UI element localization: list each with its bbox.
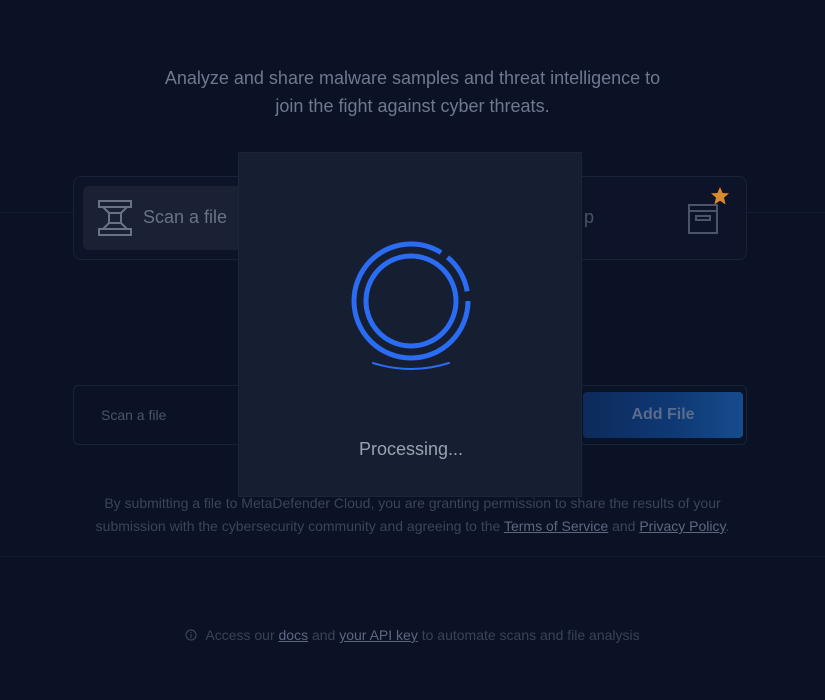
archive-icon[interactable]	[686, 203, 720, 235]
add-file-button[interactable]: Add File	[583, 392, 743, 438]
info-icon	[185, 629, 197, 641]
disclaimer-period: .	[725, 518, 730, 534]
footer-prefix: Access our	[205, 627, 279, 643]
hero-line-2: join the fight against cyber threats.	[275, 96, 550, 116]
spinner-icon	[351, 241, 471, 370]
docs-link[interactable]: docs	[279, 627, 309, 643]
privacy-policy-link[interactable]: Privacy Policy	[639, 518, 725, 534]
processing-status: Processing...	[358, 439, 464, 459]
tab-scan-file-label: Scan a file	[143, 207, 228, 227]
api-key-link[interactable]: your API key	[339, 627, 418, 643]
disclaimer-text: By submitting a file to MetaDefender Clo…	[90, 492, 735, 538]
tab-partial-label: p	[584, 207, 595, 227]
terms-of-service-link[interactable]: Terms of Service	[504, 518, 608, 534]
footer-and: and	[308, 627, 340, 643]
processing-modal: Processing...	[238, 152, 582, 497]
hero-tagline: Analyze and share malware samples and th…	[0, 64, 825, 120]
disclaimer-and: and	[608, 518, 640, 534]
star-icon	[711, 187, 729, 205]
api-footer: Access our docs and your API key to auto…	[0, 627, 825, 643]
scan-file-icon	[98, 200, 132, 236]
tab-scan-file[interactable]: Scan a file	[83, 186, 263, 250]
hero-line-1: Analyze and share malware samples and th…	[164, 68, 661, 88]
footer-suffix: to automate scans and file analysis	[417, 627, 640, 643]
page: Analyze and share malware samples and th…	[0, 0, 825, 700]
divider-line	[0, 556, 825, 557]
